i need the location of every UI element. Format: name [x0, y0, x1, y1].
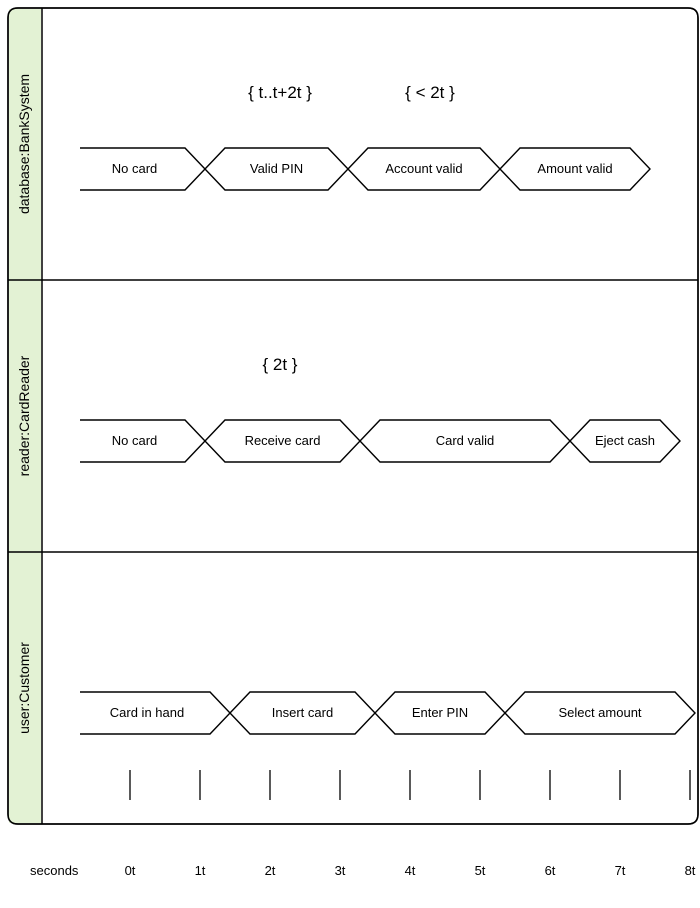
lane-label: database:BankSystem [16, 74, 32, 214]
state-label: No card [112, 161, 158, 176]
lane-label: user:Customer [16, 642, 32, 734]
axis-tick-label: 3t [335, 863, 346, 878]
timing-diagram: database:BankSystem { t..t+2t } { < 2t } No… [0, 0, 700, 908]
axis-tick-label: 5t [475, 863, 486, 878]
state-label: Valid PIN [250, 161, 303, 176]
state-label: Enter PIN [412, 705, 468, 720]
timing-constraint: { t..t+2t } [248, 83, 312, 102]
lane-database: database:BankSystem { t..t+2t } { < 2t } No… [16, 74, 650, 214]
axis-tick-label: 2t [265, 863, 276, 878]
state-label: Account valid [385, 161, 462, 176]
lane-user: user:Customer Card in hand Insert card Ente… [16, 642, 695, 734]
axis-tick-label: 8t [685, 863, 696, 878]
timing-constraint: { 2t } [263, 355, 298, 374]
state-label: Insert card [272, 705, 333, 720]
axis-tick-label: 7t [615, 863, 626, 878]
state-label: Receive card [245, 433, 321, 448]
state-label: Amount valid [537, 161, 612, 176]
axis-title: seconds [30, 863, 79, 878]
state-label: Card in hand [110, 705, 184, 720]
axis-tick-label: 0t [125, 863, 136, 878]
state-label: Select amount [558, 705, 641, 720]
lane-label: reader:CardReader [16, 355, 32, 476]
state-label: Eject cash [595, 433, 655, 448]
timing-constraint: { < 2t } [405, 83, 455, 102]
state-label: No card [112, 433, 158, 448]
axis-tick-label: 4t [405, 863, 416, 878]
state-label: Card valid [436, 433, 495, 448]
axis-tick-label: 1t [195, 863, 206, 878]
axis-tick-label: 6t [545, 863, 556, 878]
lane-reader: reader:CardReader { 2t } No card Receive ca… [16, 355, 680, 476]
